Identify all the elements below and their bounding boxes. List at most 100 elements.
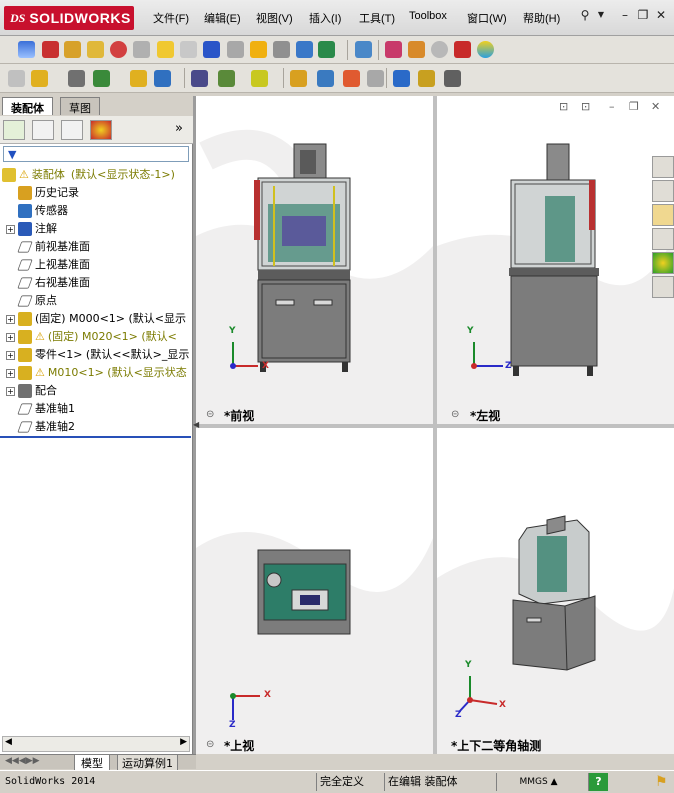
restore-button[interactable]: ❐ <box>636 8 650 22</box>
menu-tools[interactable]: 工具(T) <box>359 10 395 26</box>
tree-node[interactable]: 历史记录 <box>18 184 79 202</box>
render-icon[interactable] <box>477 41 494 58</box>
measure-icon[interactable] <box>42 41 59 58</box>
statistics-icon[interactable] <box>110 41 127 58</box>
tab-assembly[interactable]: 装配体 <box>2 97 53 115</box>
menu-view[interactable]: 视图(V) <box>256 10 293 26</box>
minimize-viewport-icon[interactable]: – <box>609 100 615 113</box>
warning-icon[interactable] <box>250 41 267 58</box>
displaymanager-tab-icon[interactable] <box>90 120 112 140</box>
clearance-icon[interactable] <box>273 41 290 58</box>
viewport-splitter-horizontal[interactable] <box>196 424 674 428</box>
explode-line-sketch-icon[interactable] <box>367 70 384 87</box>
check-icon[interactable] <box>133 41 150 58</box>
filter-icon[interactable]: ▼ <box>8 148 16 161</box>
featuremanager-tab-icon[interactable] <box>3 120 25 140</box>
expand-toggle-icon[interactable]: + <box>6 332 15 342</box>
pin-icon[interactable]: ⚲ <box>578 8 592 22</box>
viewport-left[interactable]: Y Z ⊡ ⊡ – ❐ ✕ ⊝ *左视 <box>437 96 674 424</box>
move-component-icon[interactable] <box>154 70 171 87</box>
units-selector[interactable]: MMGS ▲ <box>496 773 580 791</box>
collapse-panel-icon[interactable]: ◀ <box>193 420 199 429</box>
instant3d-icon[interactable] <box>393 70 410 87</box>
tree-node[interactable]: 传感器 <box>18 202 68 220</box>
split-horizontal-icon[interactable]: ⊡ <box>559 100 568 113</box>
expand-panel-icon[interactable]: » <box>175 121 183 136</box>
linear-pattern-icon[interactable] <box>93 70 110 87</box>
close-button[interactable]: ✕ <box>654 8 668 22</box>
tree-node[interactable]: 基准轴1 <box>17 400 75 418</box>
close-viewport-icon[interactable]: ✕ <box>651 100 660 113</box>
expand-toggle-icon[interactable]: + <box>6 386 15 396</box>
design-library-icon[interactable] <box>652 180 674 202</box>
viewport-iso[interactable]: Y X Z *上下二等角轴测 <box>437 428 674 754</box>
link-views-icon[interactable]: ⊝ <box>451 409 459 420</box>
tree-node[interactable]: + 配合 <box>6 382 57 400</box>
hole-alignment-icon[interactable] <box>296 41 313 58</box>
reference-geometry-icon[interactable] <box>251 70 268 87</box>
mate-icon[interactable] <box>68 70 85 87</box>
tree-node[interactable]: + ⚠ (固定) M020<1> (默认< <box>6 328 177 346</box>
exploded-view-icon[interactable] <box>343 70 360 87</box>
sensor-check-icon[interactable] <box>318 41 335 58</box>
minimize-button[interactable]: – <box>618 8 632 22</box>
split-vertical-icon[interactable]: ⊡ <box>581 100 590 113</box>
tree-node[interactable]: + 零件<1> (默认<<默认>_显示 <box>6 346 189 364</box>
simulation-icon[interactable] <box>385 41 402 58</box>
scroll-left-icon[interactable]: ◀ <box>5 737 12 747</box>
tab-nav-arrows[interactable]: ◀◀◀▶▶ <box>5 756 40 766</box>
menu-file[interactable]: 文件(F) <box>153 10 189 26</box>
configurationmanager-tab-icon[interactable] <box>61 120 83 140</box>
solidworks-logo[interactable]: DS SOLIDWORKS <box>4 6 134 30</box>
assembly-features-icon[interactable] <box>218 70 235 87</box>
appearances-icon[interactable] <box>652 252 674 274</box>
help-icon[interactable]: ? <box>588 773 608 791</box>
tree-filter[interactable]: ▼ <box>3 146 189 162</box>
menu-edit[interactable]: 编辑(E) <box>204 10 241 26</box>
compare-icon[interactable] <box>355 41 372 58</box>
link-views-icon[interactable]: ⊝ <box>206 739 214 750</box>
file-explorer-icon[interactable] <box>652 204 674 226</box>
speedpak-icon[interactable] <box>418 70 435 87</box>
solidworks-resources-icon[interactable] <box>652 156 674 178</box>
bill-of-materials-icon[interactable] <box>317 70 334 87</box>
snapshot-icon[interactable] <box>444 70 461 87</box>
tree-node[interactable]: 前视基准面 <box>17 238 90 256</box>
smart-fasteners-icon[interactable] <box>130 70 147 87</box>
spelling-icon[interactable] <box>18 41 35 58</box>
tree-node[interactable]: 上视基准面 <box>17 256 90 274</box>
tag-icon[interactable]: ⚑ <box>652 773 671 791</box>
insert-component-icon[interactable] <box>8 70 25 87</box>
menu-help[interactable]: 帮助(H) <box>523 10 560 26</box>
check-disabled-icon[interactable] <box>180 41 197 58</box>
propertymanager-tab-icon[interactable] <box>32 120 54 140</box>
horizontal-scrollbar[interactable]: ◀ ▶ <box>2 736 190 752</box>
expand-toggle-icon[interactable]: + <box>6 350 15 360</box>
design-checker-icon[interactable] <box>408 41 425 58</box>
tab-sketch[interactable]: 草图 <box>60 97 100 115</box>
tree-node[interactable]: + ⚠ M010<1> (默认<显示状态 <box>6 364 187 382</box>
scroll-right-icon[interactable]: ▶ <box>180 737 187 747</box>
tree-node[interactable]: + (固定) M000<1> (默认<显示 <box>6 310 186 328</box>
menu-toolbox[interactable]: Toolbox <box>409 10 447 22</box>
chevron-down-icon[interactable]: ▼ <box>594 8 608 22</box>
tree-node[interactable]: ⚠ 装配体 (默认<显示状态-1>) <box>2 166 175 184</box>
viewport-top[interactable]: X Z ⊝ *上视 <box>196 428 433 754</box>
equations-icon[interactable] <box>203 41 220 58</box>
section-properties-icon[interactable] <box>87 41 104 58</box>
tree-node[interactable]: 右视基准面 <box>17 274 90 292</box>
tree-node[interactable]: 基准轴2 <box>17 418 75 436</box>
interference-icon[interactable] <box>227 41 244 58</box>
appearance-icon[interactable] <box>454 41 471 58</box>
new-part-icon[interactable] <box>31 70 48 87</box>
checkbox-icon[interactable] <box>157 41 174 58</box>
view-palette-icon[interactable] <box>652 228 674 250</box>
viewport-front[interactable]: Y X ⊝ *前视 <box>196 96 433 424</box>
show-hidden-icon[interactable] <box>191 70 208 87</box>
expand-toggle-icon[interactable]: + <box>6 314 15 324</box>
expand-toggle-icon[interactable]: + <box>6 368 15 378</box>
link-views-icon[interactable]: ⊝ <box>206 409 214 420</box>
expand-toggle-icon[interactable]: + <box>6 224 15 234</box>
restore-viewport-icon[interactable]: ❐ <box>629 100 639 113</box>
custom-properties-icon[interactable] <box>652 276 674 298</box>
